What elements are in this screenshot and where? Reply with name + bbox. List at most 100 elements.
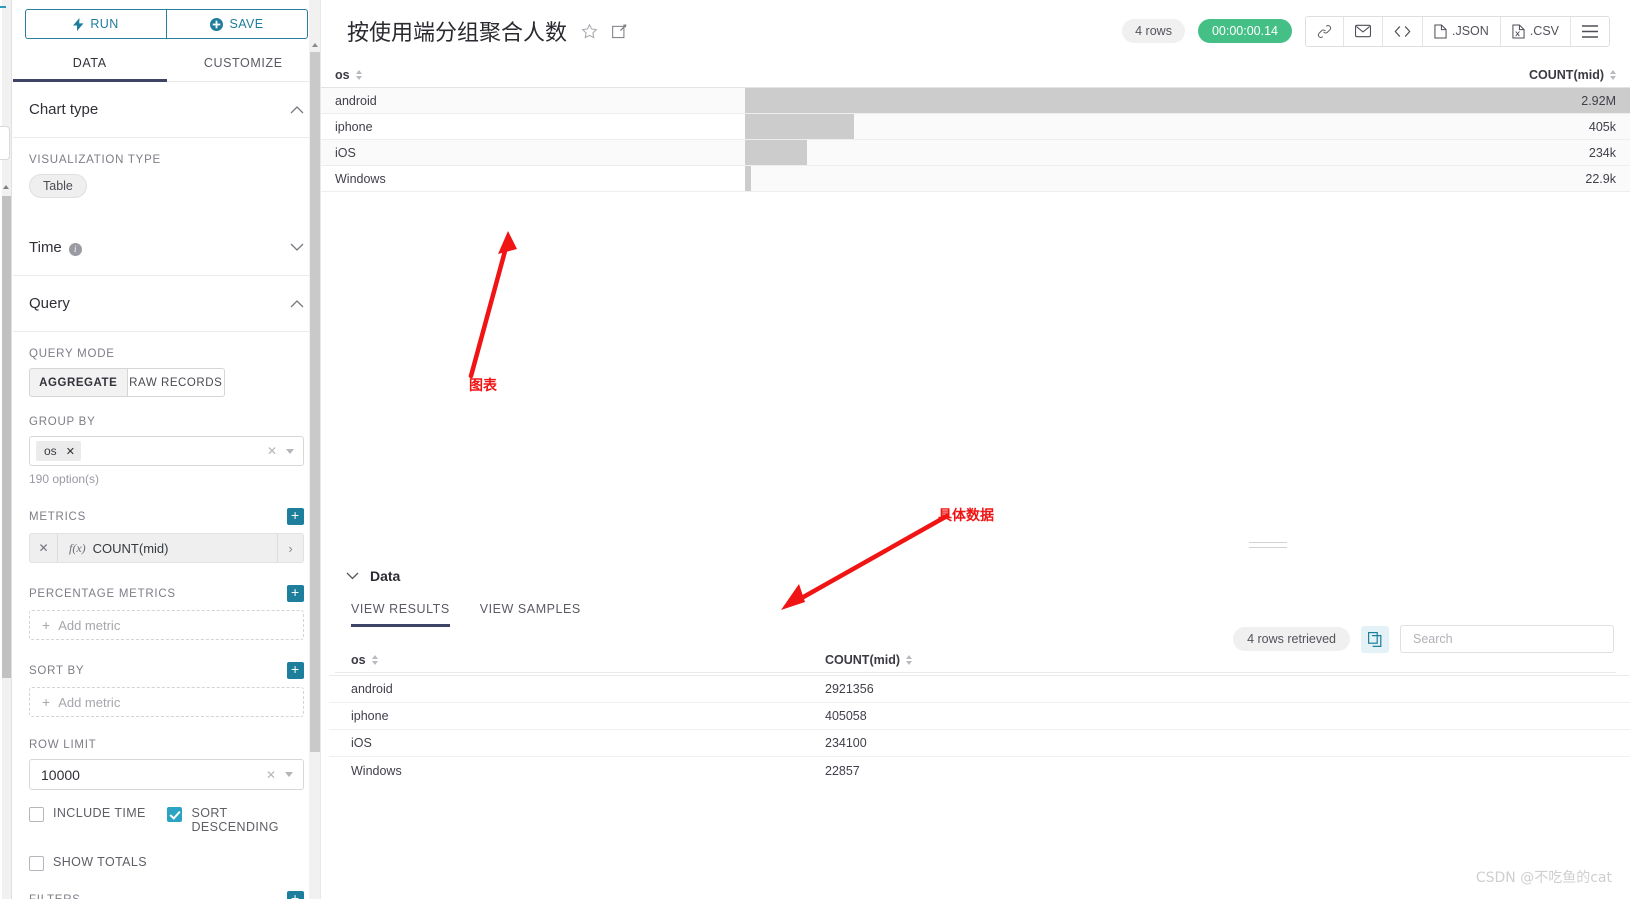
add-metric-button[interactable]: +	[287, 508, 304, 525]
chart-col-count[interactable]: COUNT(mid)	[1529, 68, 1604, 82]
collapsed-panel-scrollbar-thumb[interactable]	[2, 196, 11, 678]
checkbox-row-two: SHOW TOTALS	[13, 855, 320, 871]
sort-descending-label: SORT DESCENDING	[191, 806, 279, 834]
section-time-header[interactable]: Time i	[13, 220, 320, 276]
tab-view-samples[interactable]: VIEW SAMPLES	[480, 602, 581, 626]
row-limit-label: ROW LIMIT	[29, 739, 97, 751]
csv-file-icon[interactable]: .CSV	[1500, 16, 1571, 46]
page-header: 按使用端分组聚合人数 4 rows 00:00:00.14 .JSON .CSV	[321, 0, 1630, 62]
plus-icon-percentage: +	[42, 617, 51, 633]
include-time-label: INCLUDE TIME	[53, 806, 146, 820]
save-button[interactable]: SAVE	[166, 9, 308, 39]
group-by-select[interactable]: os ✕ ✕	[29, 436, 304, 466]
tab-customize-label: CUSTOMIZE	[203, 56, 283, 70]
results-col-count[interactable]: COUNT(mid)	[825, 653, 1610, 667]
group-by-label: GROUP BY	[29, 416, 96, 428]
sort-by-label-row: SORT BY +	[29, 662, 304, 679]
tab-view-samples-label: VIEW SAMPLES	[479, 602, 581, 616]
edit-icon[interactable]	[612, 23, 627, 39]
clear-select-icon[interactable]: ✕	[267, 444, 277, 458]
section-query-header[interactable]: Query	[13, 276, 320, 332]
link-icon[interactable]	[1306, 16, 1344, 46]
sort-descending-checkbox[interactable]: SORT DESCENDING	[167, 806, 304, 834]
remove-metric-icon[interactable]: ✕	[30, 534, 58, 562]
info-icon[interactable]: i	[68, 242, 82, 256]
chart-table-row: Windows 22.9k	[321, 166, 1630, 192]
show-totals-checkbox[interactable]: SHOW TOTALS	[29, 855, 147, 871]
tab-customize[interactable]: CUSTOMIZE	[167, 46, 321, 81]
chart-bar-track	[745, 166, 1630, 191]
chevron-down-data-icon[interactable]	[346, 572, 359, 580]
row-limit-select[interactable]: 10000 ✕	[29, 759, 304, 790]
control-panel-scrollbar-thumb[interactable]	[310, 52, 320, 752]
show-totals-box[interactable]	[29, 856, 44, 871]
chevron-down-row-limit-icon[interactable]	[285, 772, 293, 777]
watermark: CSDN @不吃鱼的cat	[1475, 870, 1612, 886]
query-mode-label: QUERY MODE	[29, 348, 115, 360]
star-icon[interactable]	[581, 23, 598, 40]
add-percentage-metric-button[interactable]: +	[287, 585, 304, 602]
remove-token-icon[interactable]: ✕	[66, 445, 75, 458]
collapsed-panel-accent-mark	[0, 6, 6, 8]
tab-view-results[interactable]: VIEW RESULTS	[351, 602, 450, 627]
include-time-checkbox[interactable]: INCLUDE TIME	[29, 806, 167, 834]
function-icon: f(x)	[69, 540, 86, 555]
metric-item-label: COUNT(mid)	[92, 540, 169, 556]
section-chart-type-title: Chart type	[29, 101, 99, 118]
include-time-box[interactable]	[29, 807, 44, 822]
plus-icon-sort: +	[42, 694, 51, 710]
sort-arrows-results-os-icon[interactable]	[371, 654, 378, 665]
section-chart-type-header[interactable]: Chart type	[13, 82, 320, 138]
table-row: Windows 22857	[329, 757, 1630, 784]
add-filter-button[interactable]: +	[287, 891, 304, 899]
clear-row-limit-icon[interactable]: ✕	[266, 768, 276, 782]
export-button-group: .JSON .CSV	[1305, 15, 1610, 47]
resize-handle[interactable]	[1249, 542, 1287, 549]
email-icon[interactable]	[1344, 16, 1383, 46]
chart-bar	[745, 140, 807, 165]
query-mode-raw-records[interactable]: RAW RECORDS	[127, 368, 225, 397]
collapsed-panel-field[interactable]	[0, 126, 10, 160]
control-panel-scroll-up-arrow[interactable]	[310, 38, 320, 52]
sort-descending-box[interactable]	[167, 807, 183, 822]
chart-table-row: android 2.92M	[321, 88, 1630, 114]
metric-expand-icon[interactable]: ›	[277, 534, 303, 562]
metrics-label-row: METRICS +	[29, 508, 304, 525]
annotation-arrow-chart	[468, 231, 517, 379]
plus-circle-icon	[210, 17, 224, 31]
group-by-token[interactable]: os ✕	[36, 441, 81, 461]
duration-badge: 00:00:00.14	[1197, 19, 1292, 43]
chevron-down-icon	[290, 243, 304, 252]
code-icon[interactable]	[1383, 16, 1423, 46]
run-button[interactable]: RUN	[25, 9, 166, 39]
chevron-down-select-icon[interactable]	[286, 448, 294, 454]
sort-arrows-os-icon[interactable]	[355, 69, 362, 80]
data-section-header[interactable]: Data	[329, 556, 1630, 584]
chevron-up-icon	[290, 105, 304, 114]
section-time-title: Time i	[29, 239, 82, 256]
chart-col-os[interactable]: os	[335, 68, 350, 82]
collapsed-panel-scroll-up-arrow[interactable]	[2, 180, 11, 194]
percentage-metrics-dropzone[interactable]: + Add metric	[29, 610, 304, 640]
visualization-type-value[interactable]: Table	[29, 174, 87, 198]
results-col-os[interactable]: os	[351, 653, 825, 667]
tab-data[interactable]: DATA	[13, 46, 167, 82]
query-mode-aggregate[interactable]: AGGREGATE	[29, 368, 128, 397]
group-by-token-label: os	[44, 444, 57, 458]
percentage-metrics-label: PERCENTAGE METRICS	[29, 587, 176, 600]
chart-row-value: 2.92M	[1581, 93, 1616, 108]
sort-by-placeholder: Add metric	[58, 694, 121, 710]
menu-icon[interactable]	[1571, 16, 1609, 46]
sort-arrows-results-count-icon[interactable]	[906, 654, 912, 665]
checkbox-row-one: INCLUDE TIME SORT DESCENDING	[13, 806, 320, 834]
metric-item[interactable]: ✕ f(x) COUNT(mid) ›	[29, 533, 304, 563]
sort-arrows-count-icon[interactable]	[1610, 69, 1616, 80]
sort-by-dropzone[interactable]: + Add metric	[29, 687, 304, 717]
add-sort-metric-button[interactable]: +	[287, 662, 304, 679]
collapsed-left-panel	[0, 0, 12, 899]
tab-view-results-label: VIEW RESULTS	[351, 602, 450, 616]
chevron-up-icon-query	[290, 299, 304, 308]
json-file-icon[interactable]: .JSON	[1423, 16, 1501, 46]
group-by-select-tools: ✕	[267, 444, 297, 458]
annotation-label-chart: 图表	[469, 378, 497, 394]
